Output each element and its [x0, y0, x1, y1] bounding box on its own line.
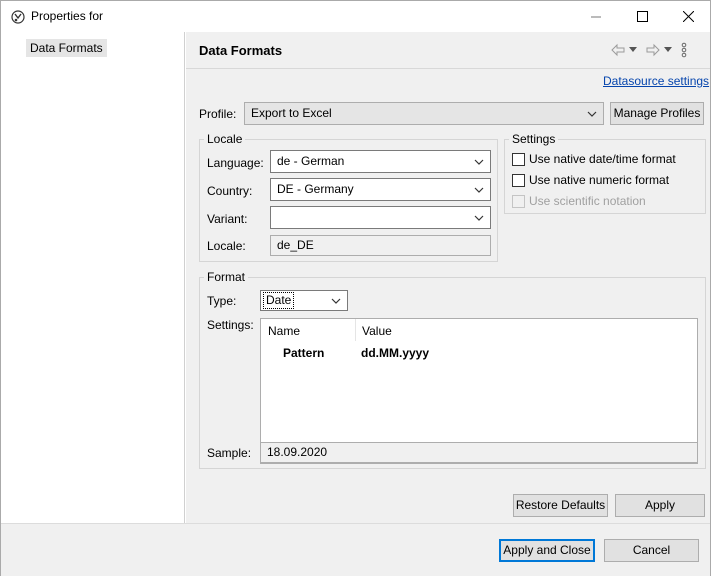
restore-defaults-button[interactable]: Restore Defaults [513, 494, 608, 517]
chevron-down-icon [587, 111, 597, 117]
country-select[interactable]: DE - Germany [270, 178, 491, 201]
type-label: Type: [207, 294, 237, 308]
forward-history-dropdown[interactable] [664, 47, 672, 53]
country-label: Country: [207, 184, 253, 198]
maximize-icon [636, 11, 648, 22]
sample-label: Sample: [207, 446, 252, 460]
dialog-button-bar: Apply and Close Cancel [1, 523, 710, 576]
column-divider [355, 319, 356, 341]
preference-page: Data Formats Datasource settings Profile… [186, 32, 710, 523]
chevron-down-icon [629, 47, 637, 52]
profile-value: Export to Excel [251, 106, 332, 120]
scientific-notation-label: Use scientific notation [529, 194, 646, 208]
column-header-name[interactable]: Name [268, 324, 300, 338]
row-name-cell: Pattern [283, 346, 325, 360]
scientific-notation-checkbox [512, 194, 525, 208]
sample-field[interactable]: 18.09.2020 [260, 442, 698, 463]
app-icon [11, 10, 25, 24]
table-row[interactable]: Pattern dd.MM.yyyy [261, 343, 697, 363]
chevron-down-icon [331, 298, 341, 304]
back-button[interactable] [610, 43, 626, 57]
datasource-settings-link[interactable]: Datasource settings [603, 74, 709, 88]
minimize-button[interactable] [573, 1, 619, 32]
language-label: Language: [207, 156, 264, 170]
profile-select[interactable]: Export to Excel [244, 102, 604, 125]
format-group-title: Format [204, 270, 249, 284]
minimize-icon [591, 16, 601, 17]
page-header: Data Formats [186, 32, 710, 69]
tree-item-data-formats[interactable]: Data Formats [26, 39, 107, 57]
language-value: de - German [277, 154, 345, 168]
variant-select[interactable] [270, 206, 491, 229]
preference-tree: Data Formats [1, 32, 185, 523]
title-bar: Properties for [1, 1, 710, 32]
scientific-notation-option: Use scientific notation [512, 194, 646, 208]
chevron-down-icon [474, 187, 484, 193]
variant-label: Variant: [207, 212, 248, 226]
manage-profiles-button[interactable]: Manage Profiles [610, 102, 704, 125]
native-datetime-checkbox[interactable] [512, 152, 525, 166]
settings-group-title: Settings [509, 132, 559, 146]
close-icon [682, 11, 694, 22]
format-settings-label: Settings: [207, 318, 254, 332]
apply-and-close-button[interactable]: Apply and Close [499, 539, 595, 562]
menu-dots-icon [681, 42, 687, 58]
language-select[interactable]: de - German [270, 150, 491, 173]
locale-label: Locale: [207, 239, 246, 253]
back-icon [611, 43, 625, 57]
nav-toolbar [610, 41, 687, 59]
column-header-value[interactable]: Value [362, 324, 392, 338]
chevron-down-icon [664, 47, 672, 52]
apply-button[interactable]: Apply [615, 494, 705, 517]
locale-field[interactable]: de_DE [270, 235, 491, 256]
properties-dialog: Properties for Data Formats Data Formats [0, 0, 711, 576]
close-button[interactable] [665, 1, 711, 32]
country-value: DE - Germany [277, 182, 354, 196]
chevron-down-icon [474, 215, 484, 221]
maximize-button[interactable] [619, 1, 665, 32]
native-numeric-option[interactable]: Use native numeric format [512, 173, 669, 187]
view-menu-button[interactable] [681, 42, 687, 58]
profile-label: Profile: [199, 107, 237, 121]
type-value: Date [263, 292, 295, 309]
forward-icon [646, 43, 660, 57]
locale-group-title: Locale [204, 132, 246, 146]
row-value-cell[interactable]: dd.MM.yyyy [361, 346, 429, 360]
forward-button[interactable] [645, 43, 661, 57]
native-numeric-label: Use native numeric format [529, 173, 670, 187]
cancel-button[interactable]: Cancel [604, 539, 699, 562]
native-numeric-checkbox[interactable] [512, 173, 525, 187]
chevron-down-icon [474, 159, 484, 165]
type-select[interactable]: Date [260, 290, 348, 311]
page-title: Data Formats [199, 43, 283, 58]
window-title: Properties for [31, 9, 104, 23]
native-datetime-option[interactable]: Use native date/time format [512, 152, 676, 166]
native-datetime-label: Use native date/time format [529, 152, 676, 166]
back-history-dropdown[interactable] [629, 47, 637, 53]
